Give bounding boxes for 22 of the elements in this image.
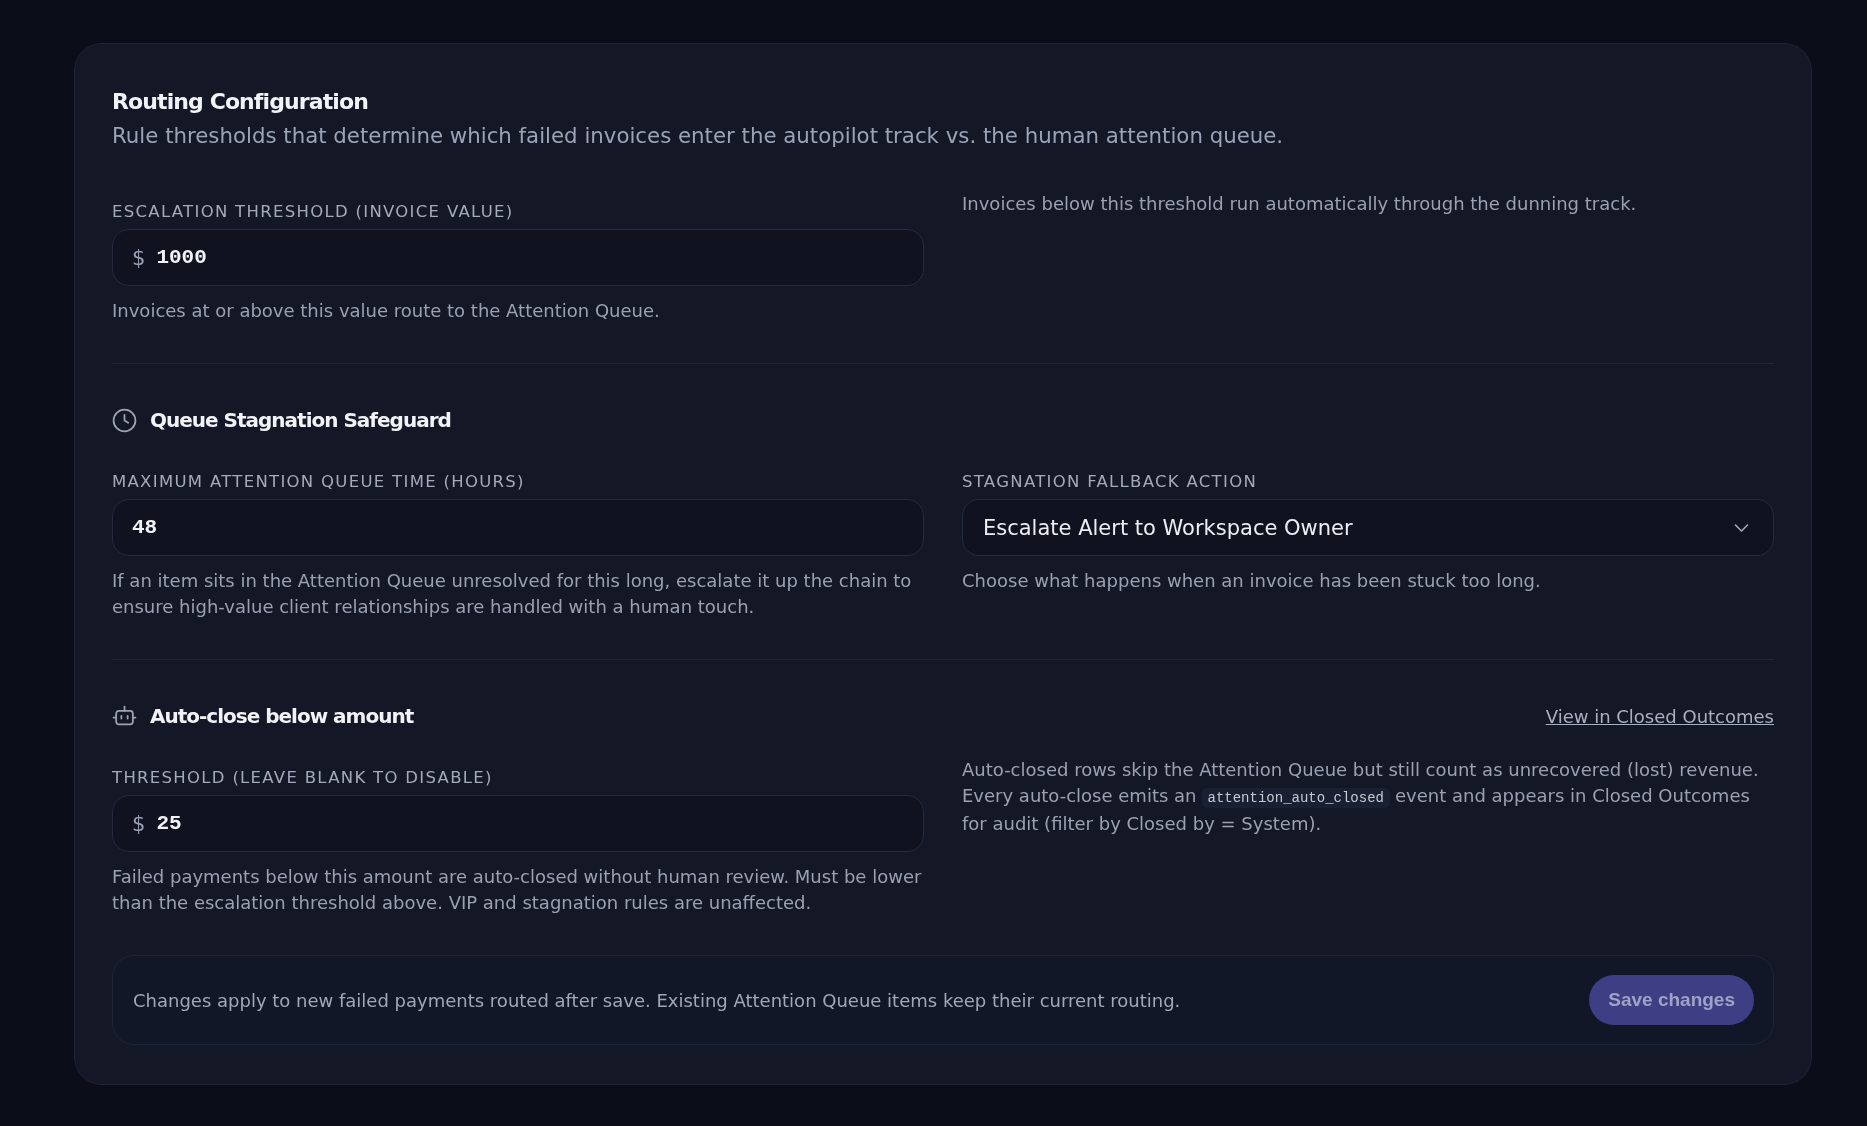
help-text: Failed payments below this amount are auto-closed without human review. Must be lower than the escalation threshold above. VIP and stagnation rules are unaffected.	[112, 865, 923, 915]
amount-field[interactable]: $ 25	[112, 795, 924, 852]
field-label: THRESHOLD (LEAVE BLANK TO DISABLE)	[112, 767, 494, 789]
field-label: STAGNATION FALLBACK ACTION	[962, 471, 1259, 493]
closed-outcomes-link[interactable]: View in Closed Outcomes	[1545, 705, 1774, 727]
card-title: Routing Configuration	[112, 88, 369, 116]
note-text: Auto-closed rows skip the Attention Queue but still count as unrecovered (lost) revenue. Every auto-close emits an attention_auto_closed event and appears in Closed Outcomes for audit (filter by Closed by = System).	[962, 758, 1760, 836]
help-text: Choose what happens when an invoice has been stuck too long.	[962, 569, 1542, 593]
card-subtitle: Rule thresholds that determine which failed invoices enter the autopilot track vs. the human attention queue.	[112, 122, 1285, 150]
footer-text: Changes apply to new failed payments routed after save. Existing Attention Queue items keep their current routing.	[133, 989, 1181, 1011]
clock-icon	[112, 407, 137, 433]
note-text: Invoices below this threshold run automatically through the dunning track.	[962, 192, 1638, 216]
field-label: MAXIMUM ATTENTION QUEUE TIME (HOURS)	[112, 471, 526, 493]
help-text: If an item sits in the Attention Queue unresolved for this long, escalate it up the chain to ensure high-value client relationships are handled with a human touch.	[112, 569, 913, 619]
chevron-down-icon	[1734, 523, 1749, 532]
action-select[interactable]: Escalate Alert to Workspace Owner	[962, 499, 1774, 556]
hours-field[interactable]: 48	[112, 499, 924, 556]
help-text: Invoices at or above this value route to the Attention Queue.	[112, 299, 661, 323]
amount-field[interactable]: $ 1000	[112, 229, 924, 286]
section-heading: Queue Stagnation Safeguard	[150, 407, 451, 434]
field-label: ESCALATION THRESHOLD (INVOICE VALUE)	[112, 201, 515, 223]
section-heading: Auto-close below amount	[150, 703, 414, 730]
